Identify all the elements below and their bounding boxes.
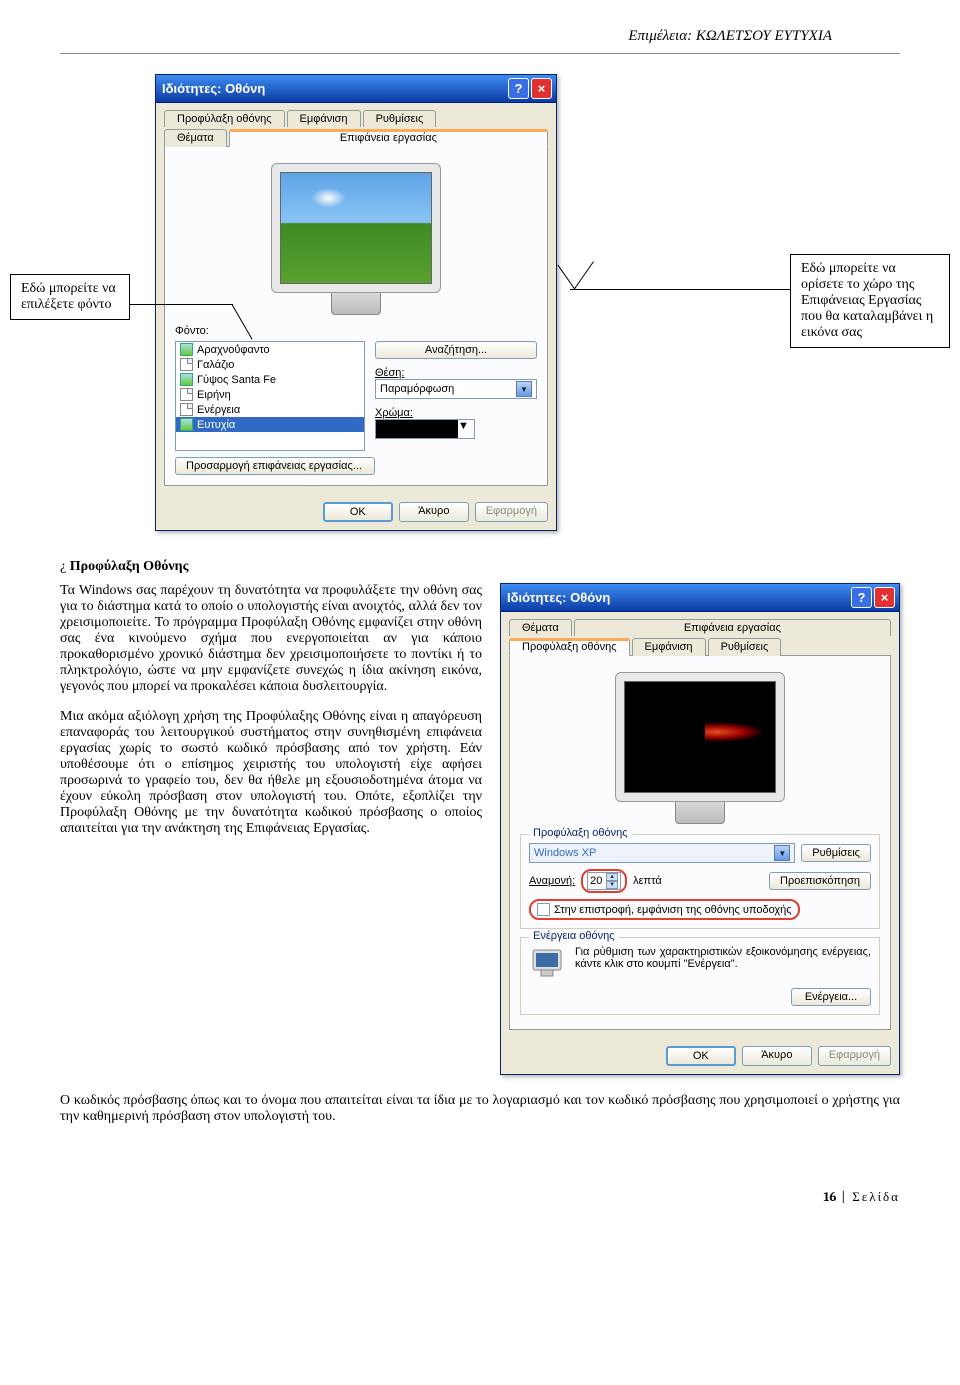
tab-themes[interactable]: Θέματα: [164, 129, 227, 147]
help-button[interactable]: ?: [851, 587, 872, 608]
ok-button[interactable]: OK: [666, 1046, 736, 1066]
callout-left-line: [128, 304, 233, 305]
cancel-button[interactable]: Άκυρο: [399, 502, 469, 522]
page-footer: 16 | Σελίδα: [0, 1179, 960, 1235]
tab-appearance[interactable]: Εμφάνιση: [287, 110, 361, 127]
tab-strip: Προφύλαξη οθόνης Εμφάνιση Ρυθμίσεις Θέμα…: [156, 103, 556, 146]
display-properties-dialog-desktop: Ιδιότητες: Οθόνη ? × Προφύλαξη οθόνης Εμ…: [155, 74, 557, 531]
dialog-buttons: OK Άκυρο Εφαρμογή: [501, 1038, 899, 1074]
titlebar: Ιδιότητες: Οθόνη ? ×: [501, 584, 899, 612]
list-item[interactable]: Αραχνοΰφαντο: [176, 342, 364, 357]
close-button[interactable]: ×: [531, 78, 552, 99]
resume-checkbox[interactable]: [537, 903, 550, 916]
energy-button[interactable]: Ενέργεια...: [791, 988, 871, 1006]
wait-spinner[interactable]: 20 ▲▼: [587, 872, 621, 890]
tab-screensaver[interactable]: Προφύλαξη οθόνης: [509, 638, 630, 656]
chevron-down-icon: ▼: [458, 420, 474, 438]
file-icon: [180, 388, 193, 401]
chevron-down-icon: ▼: [774, 845, 790, 861]
list-item[interactable]: Γαλάζιο: [176, 357, 364, 372]
close-button[interactable]: ×: [874, 587, 895, 608]
dialog-title: Ιδιότητες: Οθόνη: [162, 81, 506, 96]
tab-appearance[interactable]: Εμφάνιση: [632, 638, 706, 656]
group-legend: Ενέργεια οθόνης: [529, 930, 619, 942]
header-text: Επιμέλεια: ΚΩΛΕΤΣΟΥ ΕΥΤΥΧΙΑ: [628, 28, 832, 44]
callout-left: Εδώ μπορείτε να επιλέξετε φόντο: [10, 274, 130, 320]
bullet-icon: ¿: [60, 559, 66, 574]
callout-right-line-1: [570, 289, 792, 290]
energy-group: Ενέργεια οθόνης Για ρύθμιση των χαρακτηρ…: [520, 937, 880, 1015]
screensaver-settings-button[interactable]: Ρυθμίσεις: [801, 844, 871, 862]
image-icon: [180, 343, 193, 356]
browse-button[interactable]: Αναζήτηση...: [375, 341, 537, 359]
color-label: Χρώμα:: [375, 407, 413, 419]
cancel-button[interactable]: Άκυρο: [742, 1046, 812, 1066]
callout-right-line-3: [557, 265, 575, 290]
wait-label: Αναμονή:: [529, 875, 575, 887]
energy-text: Για ρύθμιση των χαρακτηριστικών εξοικονό…: [575, 946, 871, 982]
background-label: Φόντο:: [175, 325, 537, 337]
screensaver-select[interactable]: Windows XP ▼: [529, 843, 795, 863]
page-number: 16: [823, 1190, 836, 1205]
tab-strip: Θέματα Επιφάνεια εργασίας Προφύλαξη οθόν…: [501, 612, 899, 655]
tab-settings[interactable]: Ρυθμίσεις: [708, 638, 782, 656]
customize-desktop-button[interactable]: Προσαρμογή επιφάνειας εργασίας...: [175, 457, 375, 475]
paragraph-2: Μια ακόμα αξιόλογη χρήση της Προφύλαξης …: [60, 709, 482, 837]
desktop-preview-image: [280, 172, 432, 284]
dialog-buttons: OK Άκυρο Εφαρμογή: [156, 494, 556, 530]
paragraph-3: Ο κωδικός πρόσβασης όπως και το όνομα πο…: [60, 1093, 900, 1125]
resume-label: Στην επιστροφή, εμφάνιση της οθόνης υποδ…: [554, 904, 792, 916]
page-label: Σελίδα: [852, 1190, 900, 1205]
preview-button[interactable]: Προεπισκόπηση: [769, 872, 871, 890]
file-icon: [180, 403, 193, 416]
monitor-preview: [605, 672, 795, 824]
dialog-title: Ιδιότητες: Οθόνη: [507, 590, 849, 605]
list-item-selected[interactable]: Ευτυχία: [176, 417, 364, 432]
tab-settings[interactable]: Ρυθμίσεις: [363, 110, 437, 127]
tab-desktop[interactable]: Επιφάνεια εργασίας: [229, 129, 548, 147]
ok-button[interactable]: OK: [323, 502, 393, 522]
wait-unit-label: λεπτά: [633, 875, 662, 887]
background-list[interactable]: Αραχνοΰφαντο Γαλάζιο Γύψος Santa Fe Ειρή…: [175, 341, 365, 451]
apply-button[interactable]: Εφαρμογή: [475, 502, 548, 522]
image-icon: [180, 373, 193, 386]
tab-body-screensaver: Προφύλαξη οθόνης Windows XP ▼ Ρυθμίσεις …: [509, 655, 891, 1030]
monitor-preview: [261, 163, 451, 315]
text-column: Τα Windows σας παρέχουν τη δυνατότητα να…: [60, 583, 482, 837]
tab-body-desktop: Φόντο: Αραχνοΰφαντο Γαλάζιο Γύψος Santa …: [164, 146, 548, 486]
color-select[interactable]: ▼: [375, 419, 475, 439]
position-select[interactable]: Παραμόρφωση ▼: [375, 379, 537, 399]
position-label: Θέση:: [375, 367, 404, 379]
screensaver-preview: [624, 681, 776, 793]
group-legend: Προφύλαξη οθόνης: [529, 827, 632, 839]
monitor-energy-icon: [529, 946, 565, 982]
screensaver-group: Προφύλαξη οθόνης Windows XP ▼ Ρυθμίσεις …: [520, 834, 880, 929]
list-item[interactable]: Ειρήνη: [176, 387, 364, 402]
list-item[interactable]: Γύψος Santa Fe: [176, 372, 364, 387]
section-title: Προφύλαξη Οθόνης: [70, 559, 189, 574]
tab-desktop[interactable]: Επιφάνεια εργασίας: [574, 619, 891, 636]
display-properties-dialog-screensaver: Ιδιότητες: Οθόνη ? × Θέματα Επιφάνεια ερ…: [500, 583, 900, 1075]
titlebar: Ιδιότητες: Οθόνη ? ×: [156, 75, 556, 103]
image-icon: [180, 418, 193, 431]
apply-button[interactable]: Εφαρμογή: [818, 1046, 891, 1066]
callout-right-line-2: [574, 261, 594, 289]
paragraph-1: Τα Windows σας παρέχουν τη δυνατότητα να…: [60, 583, 482, 695]
help-button[interactable]: ?: [508, 78, 529, 99]
list-item[interactable]: Ενέργεια: [176, 402, 364, 417]
main-content: Εδώ μπορείτε να επιλέξετε φόντο Εδώ μπορ…: [0, 74, 960, 1179]
tab-themes[interactable]: Θέματα: [509, 619, 572, 636]
chevron-down-icon: ▼: [516, 381, 532, 397]
wait-spinner-highlight: 20 ▲▼: [581, 869, 627, 893]
resume-checkbox-highlight: Στην επιστροφή, εμφάνιση της οθόνης υποδ…: [529, 899, 800, 920]
file-icon: [180, 358, 193, 371]
tab-screensaver[interactable]: Προφύλαξη οθόνης: [164, 110, 285, 127]
page-header: Επιμέλεια: ΚΩΛΕΤΣΟΥ ΕΥΤΥΧΙΑ: [60, 0, 900, 54]
callout-right: Εδώ μπορείτε να ορίσετε το χώρο της Επιφ…: [790, 254, 950, 348]
color-swatch: [376, 420, 458, 438]
